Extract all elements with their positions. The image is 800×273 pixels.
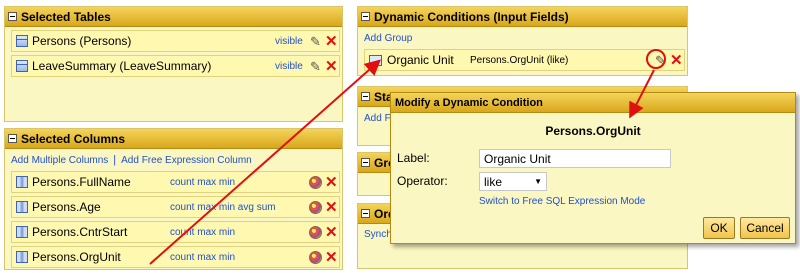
collapse-icon[interactable] bbox=[361, 209, 370, 218]
ok-button[interactable]: OK bbox=[703, 217, 735, 239]
synch-link[interactable]: Synch bbox=[364, 229, 392, 240]
collapse-icon[interactable] bbox=[8, 12, 17, 21]
collapse-icon[interactable] bbox=[361, 12, 370, 21]
column-row-label: Persons.Age bbox=[32, 200, 101, 214]
column-icon bbox=[16, 251, 28, 263]
operator-caption: Operator: bbox=[397, 174, 448, 188]
table-row[interactable]: Persons (Persons) visible ✎ ✕ bbox=[11, 30, 340, 52]
delete-icon[interactable]: ✕ bbox=[325, 59, 338, 74]
format-icon[interactable] bbox=[309, 200, 322, 214]
add-free-expression-link[interactable]: Add Free Expression Column bbox=[121, 155, 252, 166]
pencil-icon[interactable]: ✎ bbox=[655, 54, 666, 67]
column-icon bbox=[16, 176, 28, 188]
switch-sql-mode-link[interactable]: Switch to Free SQL Expression Mode bbox=[479, 196, 645, 207]
selected-columns-panel: Selected Columns Add Multiple Columns | … bbox=[4, 128, 343, 270]
selected-columns-header: Selected Columns bbox=[5, 129, 342, 149]
add-group-link[interactable]: Add Group bbox=[364, 33, 412, 44]
input-field-icon bbox=[369, 54, 382, 66]
add-multiple-columns-link[interactable]: Add Multiple Columns bbox=[11, 155, 108, 166]
dynamic-conditions-header: Dynamic Conditions (Input Fields) bbox=[358, 7, 687, 27]
delete-icon[interactable]: ✕ bbox=[325, 225, 338, 240]
visibility-link[interactable]: visible bbox=[275, 36, 303, 47]
column-icon bbox=[16, 226, 28, 238]
delete-icon[interactable]: ✕ bbox=[325, 34, 338, 49]
collapse-icon[interactable] bbox=[361, 92, 370, 101]
column-row[interactable]: Persons.OrgUnit count max min ✕ bbox=[11, 246, 340, 268]
operator-select[interactable]: like ▼ bbox=[479, 172, 547, 191]
link-separator: | bbox=[113, 154, 117, 166]
visibility-link[interactable]: visible bbox=[275, 61, 303, 72]
collapse-icon[interactable] bbox=[8, 134, 17, 143]
column-actions: Add Multiple Columns | Add Free Expressi… bbox=[11, 154, 252, 166]
table-row-label: LeaveSummary (LeaveSummary) bbox=[32, 59, 212, 73]
selected-columns-title: Selected Columns bbox=[21, 131, 126, 146]
table-row[interactable]: LeaveSummary (LeaveSummary) visible ✎ ✕ bbox=[11, 55, 340, 77]
modify-condition-dialog: Modify a Dynamic Condition Persons.OrgUn… bbox=[390, 92, 796, 244]
table-icon bbox=[16, 60, 28, 72]
label-input[interactable]: Organic Unit bbox=[479, 149, 671, 168]
selected-tables-title: Selected Tables bbox=[21, 9, 111, 24]
aggregate-links[interactable]: count max min avg sum bbox=[170, 202, 276, 213]
format-icon[interactable] bbox=[309, 250, 322, 264]
collapse-icon[interactable] bbox=[361, 158, 370, 167]
condition-label: Organic Unit bbox=[387, 53, 454, 67]
condition-row[interactable]: Organic Unit Persons.OrgUnit (like) ✎ ✕ bbox=[364, 49, 685, 71]
column-icon bbox=[16, 201, 28, 213]
format-icon[interactable] bbox=[309, 175, 322, 189]
column-row[interactable]: Persons.CntrStart count max min ✕ bbox=[11, 221, 340, 243]
selected-tables-header: Selected Tables bbox=[5, 7, 342, 27]
selected-tables-panel: Selected Tables Persons (Persons) visibl… bbox=[4, 6, 343, 122]
pencil-icon[interactable]: ✎ bbox=[310, 60, 321, 73]
dynamic-conditions-title: Dynamic Conditions (Input Fields) bbox=[374, 9, 569, 24]
column-row-label: Persons.CntrStart bbox=[32, 225, 128, 239]
aggregate-links[interactable]: count max min bbox=[170, 177, 235, 188]
column-row[interactable]: Persons.Age count max min avg sum ✕ bbox=[11, 196, 340, 218]
condition-field: Persons.OrgUnit (like) bbox=[470, 54, 569, 66]
dialog-heading: Persons.OrgUnit bbox=[545, 124, 641, 138]
dynamic-conditions-panel: Dynamic Conditions (Input Fields) Add Gr… bbox=[357, 6, 688, 76]
table-icon bbox=[16, 35, 28, 47]
column-row[interactable]: Persons.FullName count max min ✕ bbox=[11, 171, 340, 193]
column-row-label: Persons.FullName bbox=[32, 175, 131, 189]
pencil-icon[interactable]: ✎ bbox=[310, 35, 321, 48]
dropdown-arrow-icon: ▼ bbox=[534, 177, 542, 186]
operator-value: like bbox=[484, 174, 503, 189]
aggregate-links[interactable]: count max min bbox=[170, 252, 235, 263]
table-row-label: Persons (Persons) bbox=[32, 34, 132, 48]
aggregate-links[interactable]: count max min bbox=[170, 227, 235, 238]
delete-icon[interactable]: ✕ bbox=[325, 250, 338, 265]
label-caption: Label: bbox=[397, 151, 430, 165]
delete-icon[interactable]: ✕ bbox=[325, 200, 338, 215]
delete-icon[interactable]: ✕ bbox=[325, 175, 338, 190]
format-icon[interactable] bbox=[309, 225, 322, 239]
column-row-label: Persons.OrgUnit bbox=[32, 250, 121, 264]
cancel-button[interactable]: Cancel bbox=[740, 217, 790, 239]
dialog-title: Modify a Dynamic Condition bbox=[391, 93, 795, 113]
delete-icon[interactable]: ✕ bbox=[670, 53, 683, 68]
add-condition-link[interactable]: Add F bbox=[364, 113, 391, 124]
